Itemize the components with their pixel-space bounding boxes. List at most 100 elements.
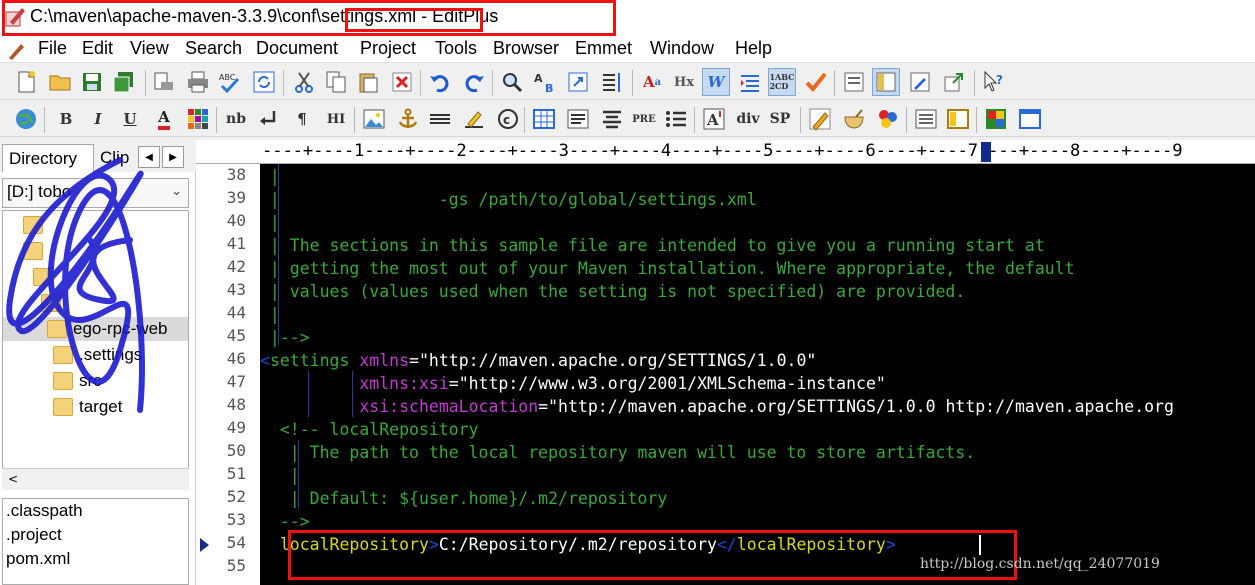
replace-icon[interactable]: AB (532, 68, 560, 96)
span-button[interactable]: SP (766, 105, 794, 133)
line-number-gutter[interactable]: 38 39 40 41 42 43 44 45 46 47 48 49 50 51 52 53 54 55 (196, 164, 260, 585)
line-number: 38 (226, 165, 246, 184)
tree-item[interactable] (23, 239, 49, 263)
italic-button[interactable]: I (84, 105, 112, 133)
menu-tools[interactable]: Tools (435, 38, 477, 59)
tree-horizontal-scrollbar[interactable]: < (2, 468, 189, 490)
block-icon[interactable] (564, 105, 592, 133)
menu-project[interactable]: Project (360, 38, 416, 59)
open-folder-icon[interactable] (46, 68, 74, 96)
horizontal-rule-icon[interactable] (426, 105, 454, 133)
line-break-icon[interactable] (254, 105, 282, 133)
ruler-marks: ----+----1----+----2----+----3----+----4… (262, 141, 1183, 161)
brush-icon[interactable] (806, 105, 834, 133)
text-tag-icon[interactable]: A (700, 105, 728, 133)
scroll-left-icon[interactable]: < (8, 472, 18, 486)
view-edit-icon[interactable] (906, 68, 934, 96)
layout-panel-icon[interactable] (944, 105, 972, 133)
print-preview-icon[interactable] (150, 68, 178, 96)
menu-document[interactable]: Document (256, 38, 338, 59)
refresh-icon[interactable] (250, 68, 278, 96)
delete-icon[interactable] (388, 68, 416, 96)
tab-right-arrow-icon[interactable]: ▶ (162, 146, 184, 168)
bold-button[interactable]: B (52, 105, 80, 133)
hex-icon[interactable]: Hx (670, 68, 698, 96)
file-item-pom[interactable]: pom.xml (6, 549, 70, 569)
file-item-project[interactable]: .project (6, 525, 62, 545)
line-numbers-icon[interactable]: 1ABC 2CD (768, 68, 796, 96)
heading-button[interactable]: HI (322, 105, 350, 133)
center-align-icon[interactable] (598, 105, 626, 133)
paragraph-button[interactable]: ¶ (288, 105, 316, 133)
bowl-icon[interactable] (840, 105, 868, 133)
cut-icon[interactable] (290, 68, 318, 96)
view-output-icon[interactable] (840, 68, 868, 96)
code-line: xsi:schemaLocation="http://maven.apache.… (359, 397, 1174, 416)
tree-item-target[interactable]: target (53, 395, 122, 419)
code-line: | Default: ${user.home}/.m2/repository (260, 489, 668, 508)
find-icon[interactable] (498, 68, 526, 96)
tree-item[interactable] (41, 291, 67, 315)
font-size-icon[interactable]: Aa (638, 68, 666, 96)
tree-item-settings[interactable]: .settings (53, 343, 142, 367)
new-file-icon[interactable] (12, 68, 40, 96)
menu-search[interactable]: Search (185, 38, 242, 59)
palette-icon[interactable] (982, 105, 1010, 133)
tree-item[interactable] (23, 213, 49, 237)
font-color-button[interactable]: A (150, 105, 178, 133)
pills-icon[interactable] (874, 105, 902, 133)
tree-item-src[interactable]: src (53, 369, 102, 393)
underline-button[interactable]: U (116, 105, 144, 133)
image-icon[interactable] (360, 105, 388, 133)
html-toolbar: B I U A nb ¶ HI c PRE A div SP (0, 101, 1255, 137)
menu-window[interactable]: Window (650, 38, 714, 59)
svg-text:B: B (545, 82, 553, 94)
menu-view[interactable]: View (130, 38, 169, 59)
paste-icon[interactable] (354, 68, 382, 96)
tree-item-ego-rpc-web[interactable]: ego-rpc-web (3, 317, 188, 341)
nbsp-button[interactable]: nb (222, 105, 250, 133)
drive-select[interactable]: [D:] tobo ⌄ (2, 178, 189, 208)
file-item-classpath[interactable]: .classpath (6, 501, 83, 521)
list-icon[interactable] (662, 105, 690, 133)
copyright-icon[interactable]: c (494, 105, 522, 133)
indent-icon[interactable] (736, 68, 764, 96)
tab-clip[interactable]: Clip (94, 144, 136, 172)
div-button[interactable]: div (734, 105, 762, 133)
check-icon[interactable] (802, 68, 830, 96)
code-editor[interactable]: | | -gs /path/to/global/settings.xml | |… (260, 164, 1255, 585)
preformatted-button[interactable]: PRE (630, 105, 658, 133)
folder-tree[interactable]: ego-rpc-web .settings src target (2, 210, 189, 490)
tab-left-arrow-icon[interactable]: ◀ (138, 146, 160, 168)
menu-browser[interactable]: Browser (493, 38, 559, 59)
file-list[interactable]: .classpath .project pom.xml (2, 498, 189, 585)
pen-edit-icon[interactable] (460, 105, 488, 133)
anchor-icon[interactable] (394, 105, 422, 133)
undo-icon[interactable] (426, 68, 454, 96)
save-icon[interactable] (78, 68, 106, 96)
view-directory-icon[interactable] (872, 68, 900, 96)
goto-icon[interactable] (564, 68, 592, 96)
redo-icon[interactable] (460, 68, 488, 96)
menu-file[interactable]: File (38, 38, 67, 59)
menu-emmet[interactable]: Emmet (575, 38, 632, 59)
spellcheck-icon[interactable]: ABC (216, 68, 244, 96)
tab-directory[interactable]: Directory (2, 144, 94, 172)
table-icon[interactable] (530, 105, 558, 133)
copy-icon[interactable] (322, 68, 350, 96)
code-line: | values (values used when the setting i… (260, 282, 966, 301)
tree-item[interactable] (33, 265, 59, 289)
menu-edit[interactable]: Edit (82, 38, 113, 59)
help-pointer-icon[interactable]: ? (980, 68, 1008, 96)
colors-icon[interactable] (184, 105, 212, 133)
window-icon[interactable] (1016, 105, 1044, 133)
menu-help[interactable]: Help (735, 38, 772, 59)
layout-list-icon[interactable] (912, 105, 940, 133)
print-icon[interactable] (184, 68, 212, 96)
save-all-icon[interactable] (110, 68, 138, 96)
editplus-window: C:\maven\apache-maven-3.3.9\conf\setting… (0, 0, 1255, 585)
word-wrap-icon[interactable]: W (702, 68, 730, 96)
column-icon[interactable] (598, 68, 626, 96)
globe-icon[interactable] (12, 105, 40, 133)
view-export-icon[interactable] (940, 68, 968, 96)
